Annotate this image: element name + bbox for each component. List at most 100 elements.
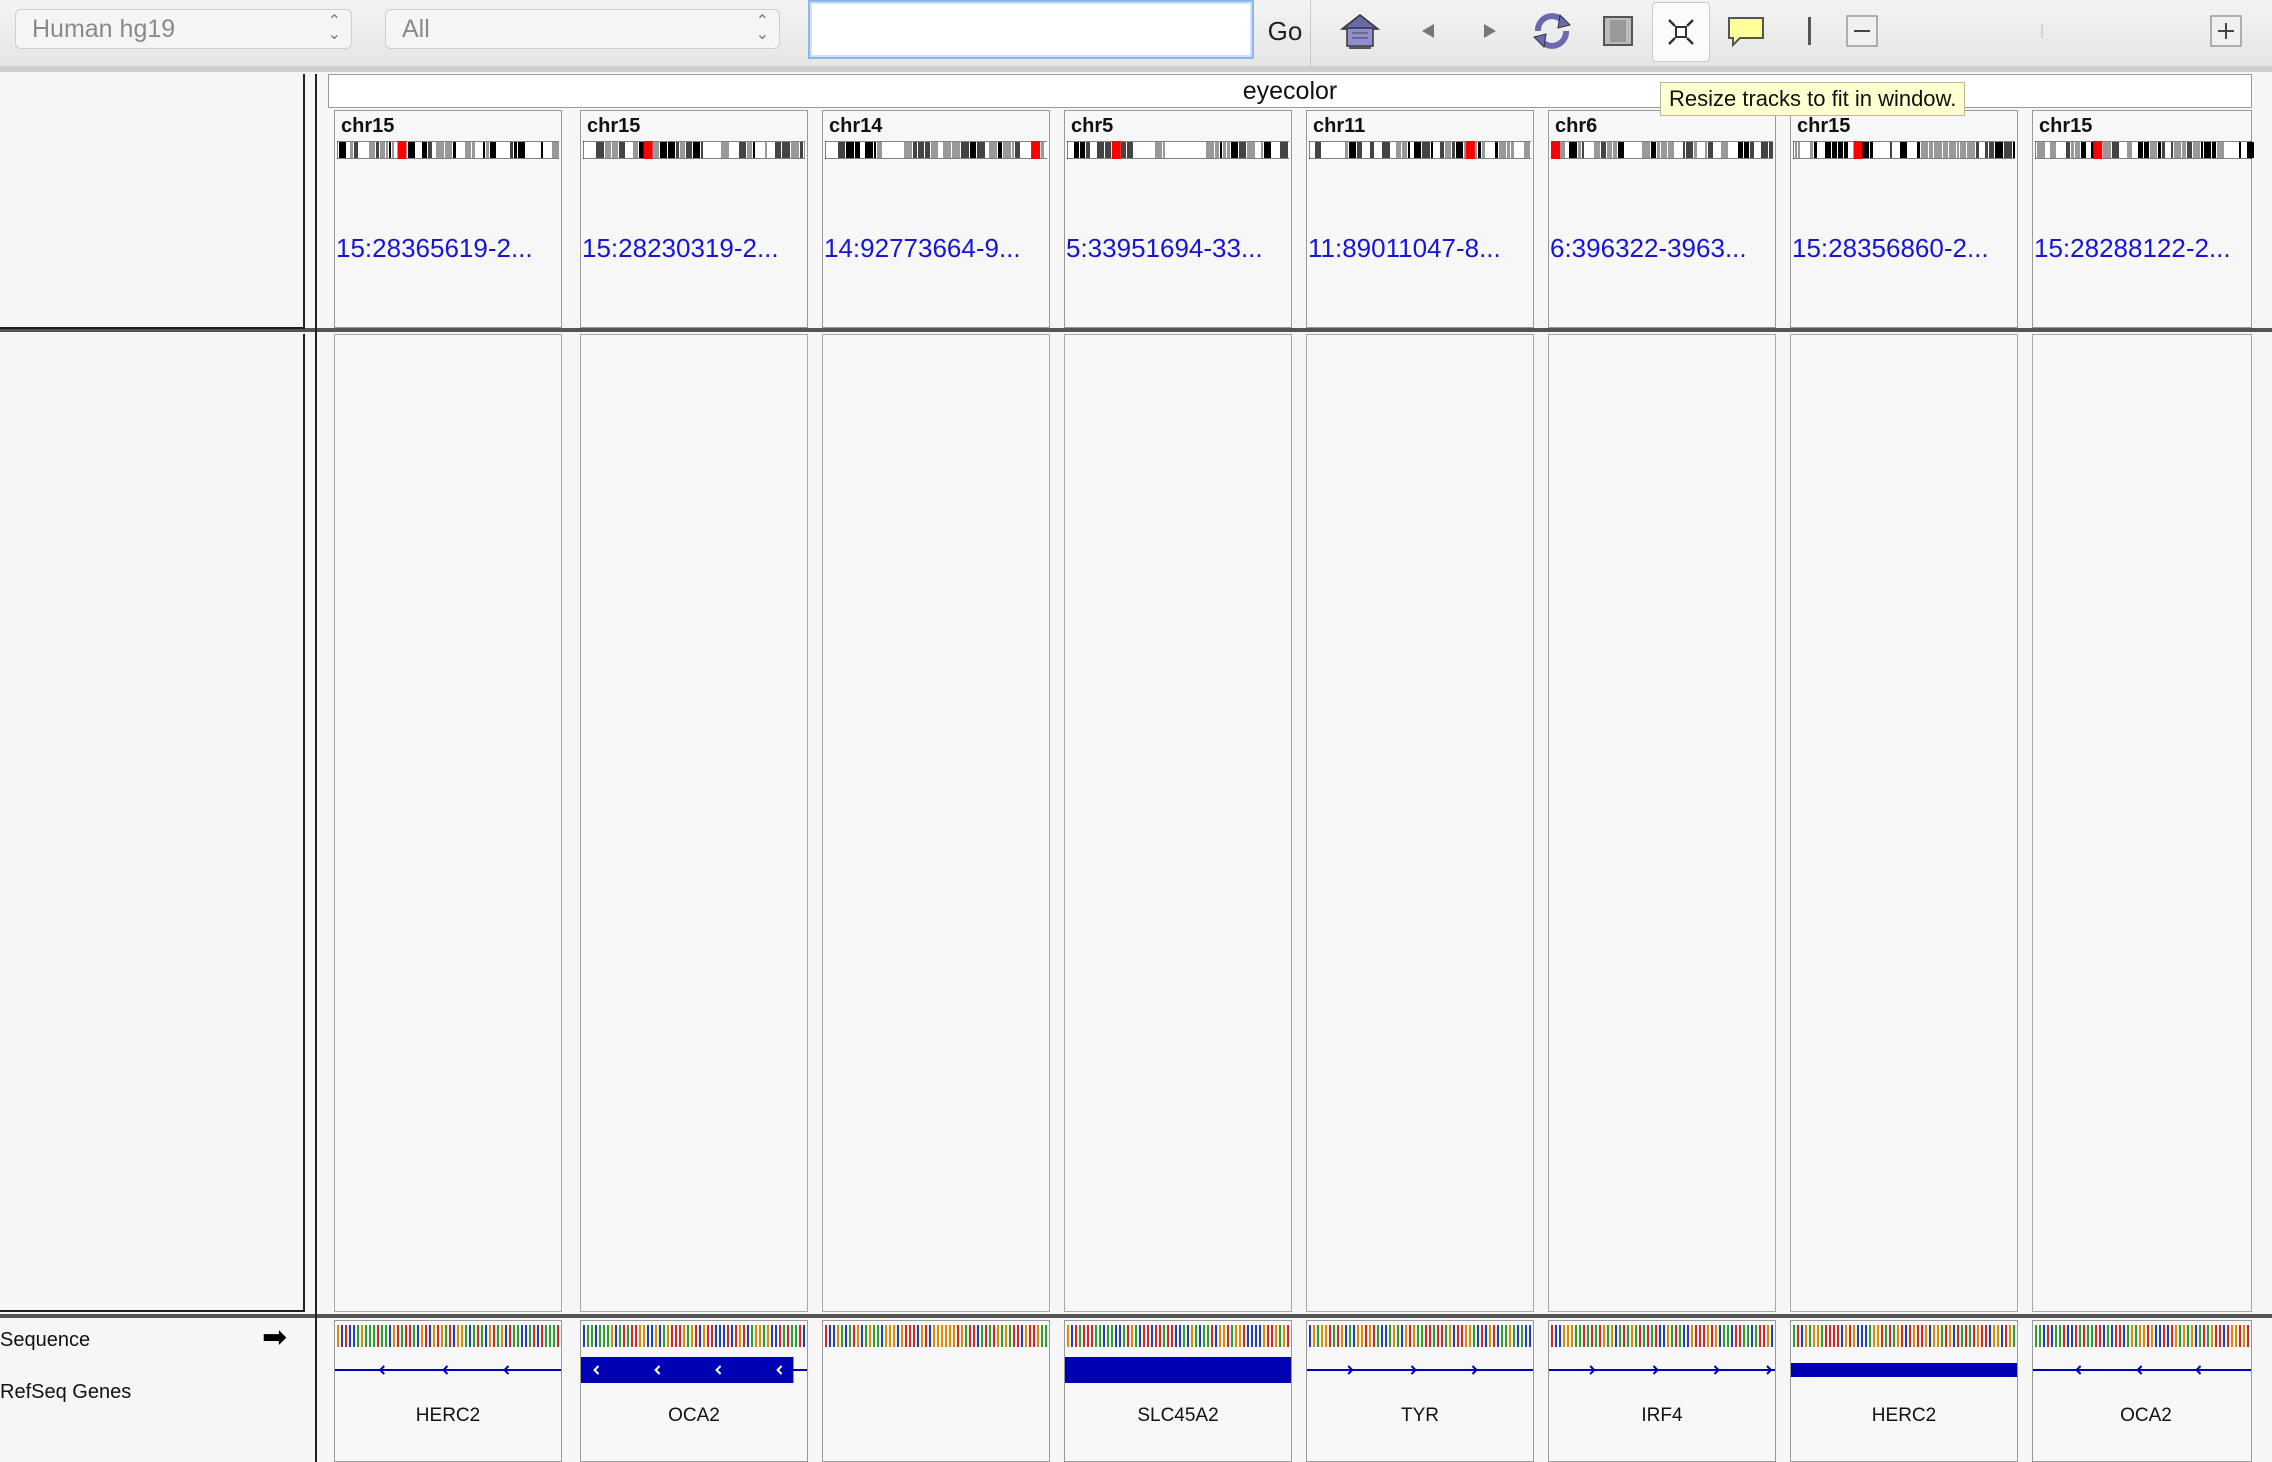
forward-icon[interactable] <box>1466 8 1514 54</box>
sequence-track-strip[interactable] <box>1066 1325 1290 1347</box>
chromosome-ideogram[interactable] <box>2035 141 2257 159</box>
gene-name-label: OCA2 <box>2120 1405 2172 1426</box>
region-feature-panel[interactable]: HERC2 <box>1790 1320 2018 1462</box>
region-data-panel[interactable] <box>1306 334 1534 1312</box>
gene-name-label: HERC2 <box>1871 1405 1937 1426</box>
region-data-panel[interactable] <box>1064 334 1292 1312</box>
dropdown-arrows-icon: ⌃ ⌄ <box>327 13 341 43</box>
attribute-panel-divider <box>315 74 317 1462</box>
go-button[interactable]: Go <box>1260 10 1310 52</box>
locus-search-input[interactable] <box>808 0 1254 59</box>
chromosome-dropdown-value: All <box>402 15 430 43</box>
gene-name-label: TYR <box>1401 1405 1439 1426</box>
region-feature-panel[interactable]: OCA2 <box>2032 1320 2252 1462</box>
sequence-track-strip[interactable] <box>582 1325 806 1347</box>
track-name-refseq-genes[interactable]: RefSeq Genes <box>0 1381 131 1404</box>
gene-name-label: SLC45A2 <box>1137 1405 1219 1426</box>
region-data-panel[interactable] <box>822 334 1050 1312</box>
gene-feature[interactable] <box>1791 1355 2017 1385</box>
region-data-panel[interactable] <box>1790 334 2018 1312</box>
region-feature-panel[interactable]: HERC2 <box>334 1320 562 1462</box>
tooltip: Resize tracks to fit in window. <box>1660 82 1966 116</box>
chromosome-label: chr6 <box>1555 115 1598 137</box>
region-feature-panel[interactable]: IRF4 <box>1548 1320 1776 1462</box>
sequence-track-strip[interactable] <box>824 1325 1048 1347</box>
chromosome-ideogram[interactable] <box>337 141 559 159</box>
chromosome-dropdown[interactable]: All ⌃ ⌄ <box>385 9 780 49</box>
chromosome-ideogram[interactable] <box>1309 141 1531 159</box>
sequence-track-strip[interactable] <box>1308 1325 1532 1347</box>
locus-link[interactable]: 11:89011047-8... <box>1307 233 1534 264</box>
region-feature-panel[interactable] <box>822 1320 1050 1462</box>
strand-arrow-icon[interactable]: ➡ <box>262 1323 287 1353</box>
chromosome-label: chr11 <box>1313 115 1366 137</box>
region-data-panel[interactable] <box>2032 334 2252 1312</box>
region-header-panel: chr14 14:92773664-9... <box>822 110 1050 328</box>
chromosome-ideogram[interactable] <box>1793 141 2015 159</box>
group-name: eyecolor <box>1242 77 1338 105</box>
chromosome-ideogram[interactable] <box>1067 141 1289 159</box>
name-panel-header <box>0 74 305 329</box>
gene-feature[interactable] <box>823 1355 1049 1385</box>
gene-name-label: HERC2 <box>415 1405 481 1426</box>
chromosome-ideogram[interactable] <box>825 141 1047 159</box>
locus-link[interactable]: 6:396322-3963... <box>1549 233 1776 264</box>
region-feature-panel[interactable]: OCA2 <box>580 1320 808 1462</box>
genome-dropdown-value: Human hg19 <box>32 15 176 43</box>
ruler-line-icon[interactable] <box>1786 8 1834 54</box>
region-header-panel: chr5 5:33951694-33... <box>1064 110 1292 328</box>
toolbar-separator <box>1310 0 1311 66</box>
popup-info-icon[interactable] <box>1722 8 1770 54</box>
locus-link[interactable]: 14:92773664-9... <box>823 233 1050 264</box>
locus-link[interactable]: 15:28365619-2... <box>335 233 562 264</box>
locus-link[interactable]: 15:28356860-2... <box>1791 233 2018 264</box>
header-data-divider[interactable] <box>0 328 2272 332</box>
gene-feature[interactable] <box>335 1355 561 1385</box>
locus-link[interactable]: 15:28288122-2... <box>2033 233 2260 264</box>
locus-link[interactable]: 15:28230319-2... <box>581 233 808 264</box>
sequence-track-strip[interactable] <box>1792 1325 2016 1347</box>
toolbar-divider <box>0 66 2272 72</box>
region-header-panel: chr15 15:28356860-2... <box>1790 110 2018 328</box>
region-header-panel: chr6 6:396322-3963... <box>1548 110 1776 328</box>
home-icon[interactable] <box>1336 8 1384 54</box>
region-header-panel: chr15 15:28230319-2... <box>580 110 808 328</box>
zoom-slider[interactable] <box>1898 8 2088 54</box>
sequence-track-strip[interactable] <box>2034 1325 2258 1347</box>
track-name-sequence[interactable]: Sequence <box>0 1329 90 1352</box>
resize-tracks-icon[interactable] <box>1652 2 1710 62</box>
chromosome-label: chr14 <box>829 115 883 137</box>
region-header-panel: chr11 11:89011047-8... <box>1306 110 1534 328</box>
refresh-icon[interactable] <box>1528 8 1576 54</box>
region-feature-panel[interactable]: SLC45A2 <box>1064 1320 1292 1462</box>
region-header-panel: chr15 15:28288122-2... <box>2032 110 2254 328</box>
region-navigator-icon[interactable] <box>1594 8 1642 54</box>
chromosome-label: chr15 <box>587 115 641 137</box>
dropdown-arrows-icon: ⌃ ⌄ <box>755 13 769 43</box>
region-data-panel[interactable] <box>1548 334 1776 1312</box>
gene-feature[interactable] <box>1549 1355 1775 1385</box>
toolbar: Human hg19 ⌃ ⌄ All ⌃ ⌄ Go <box>0 0 2272 67</box>
name-panel-data <box>0 334 305 1312</box>
gene-feature[interactable] <box>2033 1355 2259 1385</box>
genome-dropdown[interactable]: Human hg19 ⌃ ⌄ <box>15 9 352 49</box>
chromosome-label: chr15 <box>1797 115 1851 137</box>
region-data-panel[interactable] <box>334 334 562 1312</box>
chromosome-ideogram[interactable] <box>1551 141 1773 159</box>
gene-feature[interactable] <box>581 1355 807 1385</box>
data-feature-divider[interactable] <box>0 1314 2272 1318</box>
region-feature-panel[interactable]: TYR <box>1306 1320 1534 1462</box>
zoom-in-icon[interactable] <box>2202 8 2250 54</box>
chromosome-ideogram[interactable] <box>583 141 805 159</box>
chromosome-label: chr5 <box>1071 115 1114 137</box>
chromosome-label: chr15 <box>2039 115 2093 137</box>
zoom-out-icon[interactable] <box>1838 8 1886 54</box>
region-data-panel[interactable] <box>580 334 808 1312</box>
gene-feature[interactable] <box>1307 1355 1533 1385</box>
gene-feature[interactable] <box>1065 1355 1291 1385</box>
locus-link[interactable]: 5:33951694-33... <box>1065 233 1292 264</box>
sequence-track-strip[interactable] <box>336 1325 560 1347</box>
gene-name-label: OCA2 <box>668 1405 720 1426</box>
sequence-track-strip[interactable] <box>1550 1325 1774 1347</box>
back-icon[interactable] <box>1404 8 1452 54</box>
